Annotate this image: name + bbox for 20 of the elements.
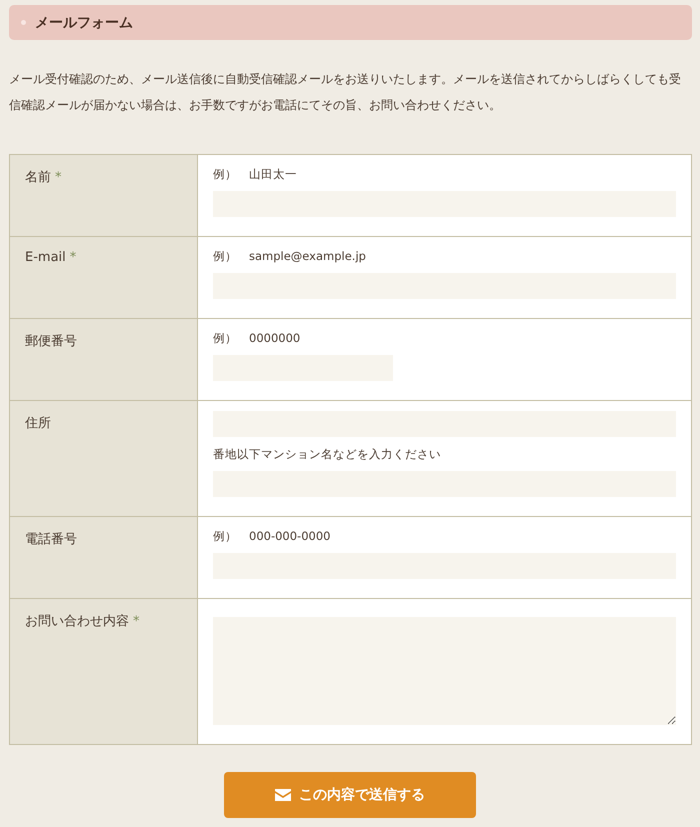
example-hint: 番地以下マンション名などを入力ください	[213, 446, 442, 463]
field-label: 電話番号	[25, 532, 77, 547]
field-label: 名前	[25, 170, 51, 185]
bullet-icon	[21, 20, 26, 25]
example-hint: 例） 0000000	[213, 330, 302, 347]
submit-button[interactable]: この内容で送信する	[224, 772, 476, 818]
form-title: メールフォーム	[35, 14, 133, 32]
field-label: 住所	[25, 416, 51, 431]
required-mark: *	[70, 250, 76, 265]
required-mark: *	[55, 170, 62, 185]
example-hint: 例） 000-000-0000	[213, 528, 332, 545]
intro-paragraph: メール受付確認のため、メール送信後に自動受信確認メールをお送りいたします。メールを送信されてからしばらくしても受信確認メールが届かない場合は、お手数ですがお電話にてその旨、お問い合わせください。	[9, 71, 682, 114]
field-label: 郵便番号	[25, 334, 77, 349]
required-mark: *	[133, 614, 140, 629]
field-label: お問い合わせ内容	[25, 614, 129, 629]
message-field[interactable]	[213, 617, 676, 725]
field-label: E-mail	[25, 250, 66, 265]
envelope-icon	[275, 789, 291, 801]
example-hint: 例） sample@example.jp	[213, 248, 367, 265]
example-hint: 例） 山田太一	[213, 166, 298, 183]
